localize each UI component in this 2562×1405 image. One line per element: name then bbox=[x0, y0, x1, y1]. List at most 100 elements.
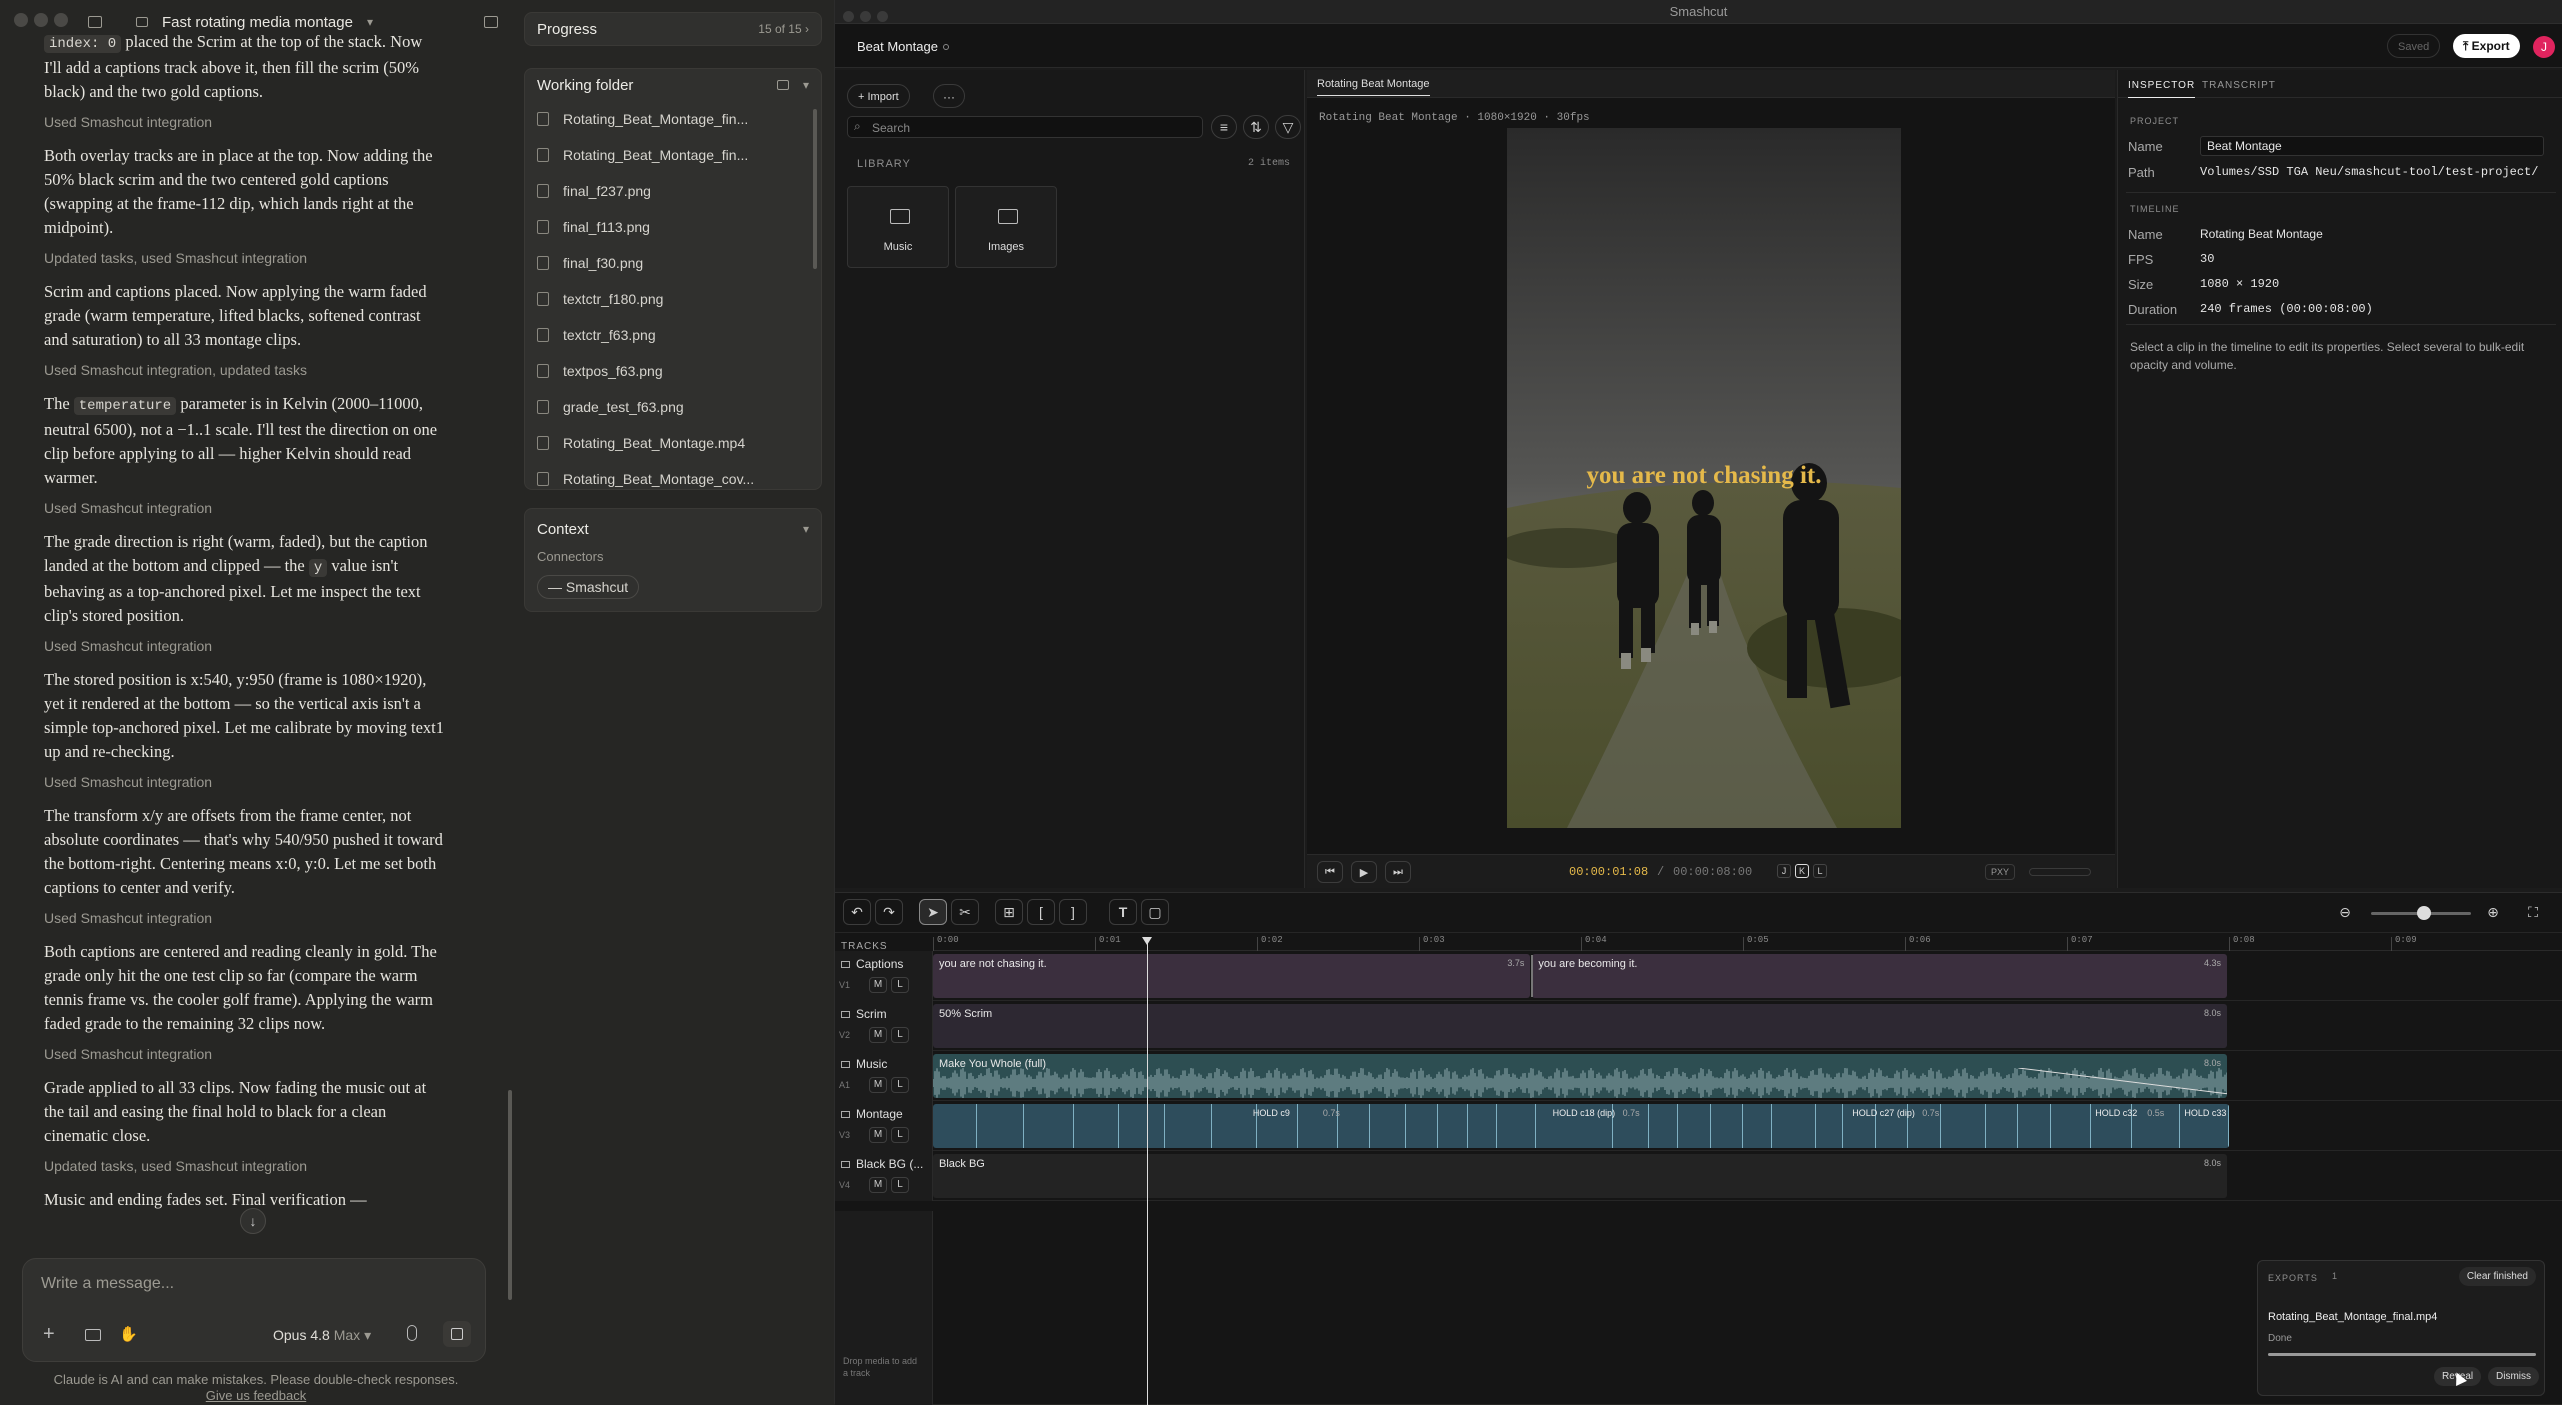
minimize-window-dot[interactable] bbox=[860, 11, 871, 22]
tool-use-summary[interactable]: Updated tasks, used Smashcut integration bbox=[44, 1158, 444, 1174]
select-tool-icon[interactable]: ➤ bbox=[919, 899, 947, 925]
skip-forward-icon[interactable]: ⏭ bbox=[1385, 861, 1411, 883]
project-name-input[interactable]: Beat Montage bbox=[2200, 136, 2544, 156]
timeline-clip[interactable]: Black BG 8.0s bbox=[933, 1154, 2227, 1198]
more-options-button[interactable]: ··· bbox=[933, 84, 965, 108]
montage-segment[interactable] bbox=[1024, 1104, 1074, 1148]
track-name[interactable]: Captions bbox=[856, 957, 903, 971]
file-item[interactable]: Rotating_Beat_Montage.mp4 bbox=[525, 425, 821, 461]
mute-button[interactable]: M bbox=[869, 1127, 887, 1143]
add-attachment-icon[interactable]: + bbox=[43, 1323, 55, 1346]
lock-button[interactable]: L bbox=[891, 1127, 909, 1143]
file-list-scrollbar[interactable] bbox=[813, 109, 817, 269]
montage-segment[interactable] bbox=[1711, 1104, 1743, 1148]
fit-icon[interactable]: ⛶ bbox=[2519, 899, 2547, 925]
montage-segment[interactable] bbox=[1165, 1104, 1212, 1148]
tool-use-summary[interactable]: Used Smashcut integration bbox=[44, 500, 444, 516]
zoom-out-icon[interactable]: ⊖ bbox=[2331, 899, 2359, 925]
video-icon[interactable] bbox=[841, 1010, 850, 1018]
maximize-window-dot[interactable] bbox=[877, 11, 888, 22]
sidebar-toggle-icon[interactable] bbox=[88, 16, 102, 28]
insert-icon[interactable]: ⊞ bbox=[995, 899, 1023, 925]
text-tool-icon[interactable]: T bbox=[1109, 899, 1137, 925]
video-icon[interactable] bbox=[841, 960, 850, 968]
shuttle-key-k[interactable]: K bbox=[1795, 864, 1809, 878]
lock-button[interactable]: L bbox=[891, 1027, 909, 1043]
mute-button[interactable]: M bbox=[869, 1077, 887, 1093]
montage-segment[interactable] bbox=[1941, 1104, 1986, 1148]
shape-tool-icon[interactable]: ▢ bbox=[1141, 899, 1169, 925]
lock-button[interactable]: L bbox=[891, 1177, 909, 1193]
timeline-zoom-slider[interactable] bbox=[2371, 906, 2471, 920]
track-name[interactable]: Music bbox=[856, 1057, 887, 1071]
mute-button[interactable]: M bbox=[869, 1177, 887, 1193]
montage-segment[interactable] bbox=[1816, 1104, 1844, 1148]
folder-icon[interactable] bbox=[85, 1329, 101, 1341]
file-item[interactable]: textctr_f180.png bbox=[525, 281, 821, 317]
conversation-title[interactable]: Fast rotating media montage bbox=[162, 14, 353, 31]
video-frame[interactable]: you are not chasing it. bbox=[1507, 128, 1901, 828]
close-window-dot[interactable] bbox=[843, 11, 854, 22]
list-view-icon[interactable]: ≡ bbox=[1211, 115, 1237, 139]
razor-tool-icon[interactable]: ✂ bbox=[951, 899, 979, 925]
library-folder[interactable]: Music bbox=[847, 186, 949, 268]
redo-icon[interactable]: ↷ bbox=[875, 899, 903, 925]
microphone-icon[interactable] bbox=[407, 1325, 417, 1341]
tab-inspector[interactable]: INSPECTOR bbox=[2128, 80, 2196, 98]
playhead-handle[interactable] bbox=[1142, 937, 1152, 945]
minimize-window-dot[interactable] bbox=[34, 12, 48, 27]
montage-segment[interactable] bbox=[1074, 1104, 1120, 1148]
connector-chip[interactable]: — Smashcut bbox=[537, 575, 640, 599]
file-item[interactable]: grade_test_f63.png bbox=[525, 389, 821, 425]
project-name[interactable]: Beat Montage bbox=[857, 39, 938, 54]
file-item[interactable]: final_f30.png bbox=[525, 245, 821, 281]
montage-segment[interactable] bbox=[1338, 1104, 1371, 1148]
video-icon[interactable] bbox=[841, 1110, 850, 1118]
montage-segment[interactable] bbox=[1438, 1104, 1468, 1148]
mark-in-icon[interactable]: [ bbox=[1027, 899, 1055, 925]
file-item[interactable]: Rotating_Beat_Montage_fin... bbox=[525, 101, 821, 137]
montage-segment[interactable] bbox=[1370, 1104, 1407, 1148]
montage-clip-strip[interactable]: HOLD c9 0.7s HOLD c18 (dip) 0.7s HOLD c27 (d… bbox=[933, 1104, 2229, 1148]
montage-segment[interactable] bbox=[933, 1104, 977, 1148]
play-icon[interactable]: ▶ bbox=[1351, 861, 1377, 883]
lock-button[interactable]: L bbox=[891, 1077, 909, 1093]
proxy-button[interactable]: PXY bbox=[1985, 864, 2016, 880]
clear-finished-button[interactable]: Clear finished bbox=[2458, 1267, 2536, 1286]
filter-icon[interactable]: ▽ bbox=[1275, 115, 1301, 139]
video-icon[interactable] bbox=[841, 1160, 850, 1168]
playhead[interactable] bbox=[1142, 937, 1152, 1405]
montage-segment[interactable] bbox=[1119, 1104, 1165, 1148]
track-name[interactable]: Black BG (... bbox=[856, 1157, 923, 1171]
chevron-down-icon[interactable]: ▾ bbox=[367, 15, 373, 29]
skip-back-icon[interactable]: ⏮ bbox=[1317, 861, 1343, 883]
hand-icon[interactable]: ✋ bbox=[119, 1325, 138, 1343]
library-folder[interactable]: Images bbox=[955, 186, 1057, 268]
tool-use-summary[interactable]: Used Smashcut integration, updated tasks bbox=[44, 362, 444, 378]
zoom-in-icon[interactable]: ⊕ bbox=[2479, 899, 2507, 925]
montage-segment[interactable] bbox=[977, 1104, 1024, 1148]
zoom-slider-thumb[interactable] bbox=[2417, 906, 2431, 920]
caption-overlay[interactable]: you are not chasing it. bbox=[1507, 462, 1901, 490]
montage-segment[interactable] bbox=[1212, 1104, 1257, 1148]
lock-button[interactable]: L bbox=[891, 977, 909, 993]
tool-use-summary[interactable]: Used Smashcut integration bbox=[44, 774, 444, 790]
sort-icon[interactable]: ⇅ bbox=[1243, 115, 1269, 139]
mute-button[interactable]: M bbox=[869, 1027, 887, 1043]
montage-segment[interactable] bbox=[1649, 1104, 1679, 1148]
timeline-clip[interactable]: you are becoming it. 4.3s bbox=[1532, 954, 2227, 998]
montage-segment[interactable] bbox=[1678, 1104, 1711, 1148]
tool-use-summary[interactable]: Used Smashcut integration bbox=[44, 910, 444, 926]
montage-segment[interactable] bbox=[1772, 1104, 1816, 1148]
open-folder-icon[interactable] bbox=[776, 80, 789, 90]
tool-use-summary[interactable]: Used Smashcut integration bbox=[44, 638, 444, 654]
dismiss-button[interactable]: Dismiss bbox=[2488, 1367, 2539, 1386]
file-item[interactable]: textctr_f63.png bbox=[525, 317, 821, 353]
user-avatar[interactable]: J bbox=[2533, 36, 2555, 58]
export-button[interactable]: ⤒ Export bbox=[2453, 34, 2520, 58]
timeline-clip[interactable]: Make You Whole (full) 8.0s bbox=[933, 1054, 2227, 1098]
close-window-dot[interactable] bbox=[14, 12, 28, 27]
montage-segment[interactable] bbox=[1468, 1104, 1497, 1148]
feedback-link[interactable]: Give us feedback bbox=[0, 1388, 512, 1404]
mute-button[interactable]: M bbox=[869, 977, 887, 993]
